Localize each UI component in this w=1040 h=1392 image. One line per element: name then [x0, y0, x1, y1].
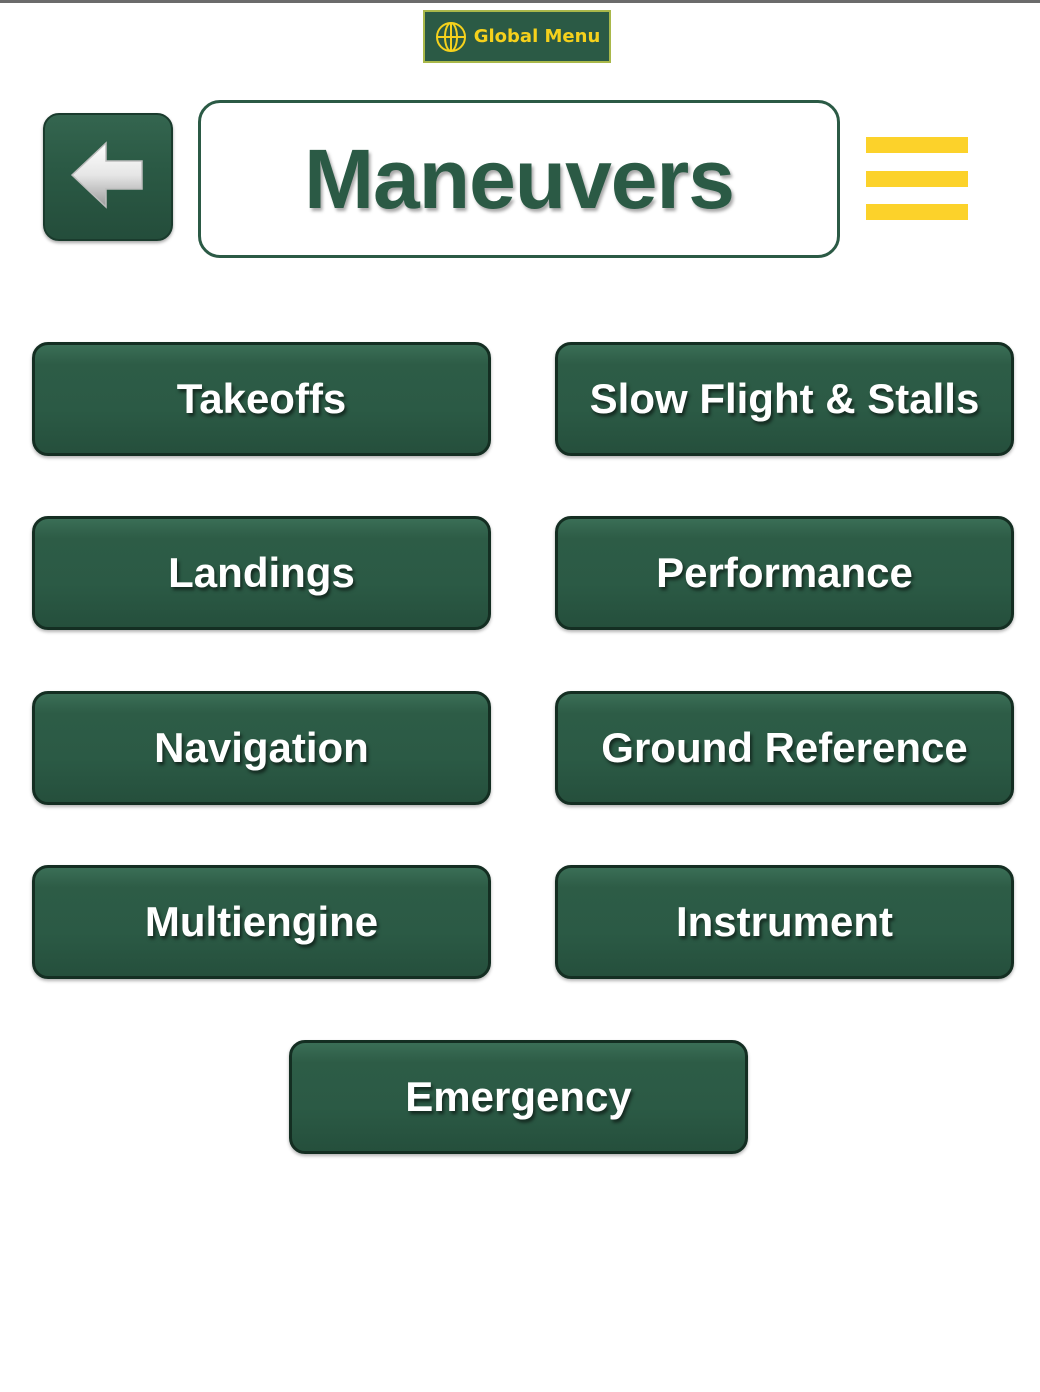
hamburger-bar: [866, 171, 968, 187]
emergency-button[interactable]: Emergency: [289, 1040, 748, 1154]
performance-button[interactable]: Performance: [555, 516, 1014, 630]
slow-flight-stalls-button[interactable]: Slow Flight & Stalls: [555, 342, 1014, 456]
globe-icon: [434, 20, 468, 54]
multiengine-button[interactable]: Multiengine: [32, 865, 491, 979]
page-title-box: Maneuvers: [198, 100, 840, 258]
button-label: Navigation: [154, 724, 369, 771]
back-arrow-icon: [68, 137, 148, 218]
hamburger-bar: [866, 204, 968, 220]
button-label: Emergency: [405, 1073, 632, 1120]
global-menu-button[interactable]: Global Menu: [423, 10, 611, 63]
hamburger-bar: [866, 137, 968, 153]
button-label: Ground Reference: [601, 724, 968, 771]
button-label: Landings: [168, 549, 355, 596]
back-button[interactable]: [43, 113, 173, 241]
button-label: Performance: [656, 549, 913, 596]
page-title: Maneuvers: [304, 131, 735, 226]
button-label: Slow Flight & Stalls: [589, 375, 980, 422]
hamburger-menu-icon[interactable]: [866, 137, 968, 221]
button-label: Takeoffs: [176, 375, 347, 422]
takeoffs-button[interactable]: Takeoffs: [32, 342, 491, 456]
button-label: Instrument: [675, 898, 893, 945]
instrument-button[interactable]: Instrument: [555, 865, 1014, 979]
navigation-button[interactable]: Navigation: [32, 691, 491, 805]
global-menu-label: Global Menu: [473, 26, 601, 47]
landings-button[interactable]: Landings: [32, 516, 491, 630]
ground-reference-button[interactable]: Ground Reference: [555, 691, 1014, 805]
button-label: Multiengine: [144, 898, 379, 945]
top-border: [0, 0, 1040, 3]
